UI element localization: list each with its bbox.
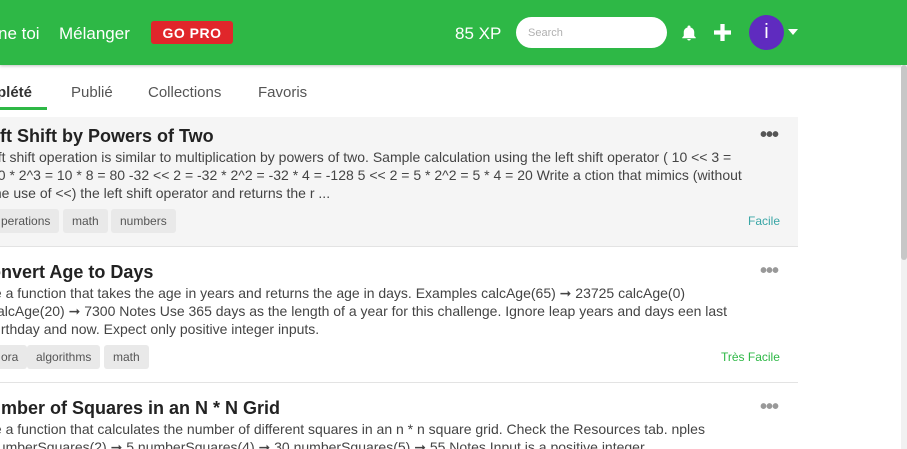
difficulty-label: Facile [748, 214, 781, 228]
challenge-title[interactable]: eft Shift by Powers of Two [0, 126, 214, 147]
tag[interactable]: numbers [111, 209, 176, 233]
active-tab-indicator [0, 107, 47, 110]
more-options-icon[interactable]: ••• [760, 397, 779, 417]
tag[interactable]: perations [0, 209, 60, 233]
challenge-description: te a function that calculates the number… [0, 421, 705, 449]
challenge-card[interactable]: umber of Squares in an N * N Grid te a f… [0, 383, 798, 449]
tag[interactable]: algorithms [27, 345, 101, 369]
search-input[interactable] [516, 17, 667, 48]
nav-link-shuffle[interactable]: Mélanger [59, 24, 130, 44]
scrollbar-thumb[interactable] [901, 65, 907, 260]
top-navbar: ne toi Mélanger GO PRO 85 XP i [0, 0, 907, 65]
more-options-icon[interactable]: ••• [760, 125, 779, 145]
avatar[interactable]: i [749, 15, 784, 50]
nav-link-partial[interactable]: ne toi [0, 24, 40, 44]
more-options-icon[interactable]: ••• [760, 261, 779, 281]
plus-icon[interactable] [714, 24, 731, 41]
xp-counter[interactable]: 85 XP [455, 24, 501, 44]
scrollbar[interactable] [901, 65, 907, 449]
tag[interactable]: math [63, 209, 108, 233]
challenge-description: eft shift operation is similar to multip… [0, 149, 742, 201]
tab-published[interactable]: Publié [71, 84, 113, 101]
bell-icon[interactable] [680, 24, 698, 42]
chevron-down-icon[interactable] [788, 29, 798, 36]
tab-favorites[interactable]: Favoris [258, 84, 307, 101]
challenge-card[interactable]: onvert Age to Days te a function that ta… [0, 247, 798, 383]
challenge-description: te a function that takes the age in year… [0, 285, 728, 337]
tab-completed[interactable]: plété [0, 84, 32, 101]
challenge-title[interactable]: onvert Age to Days [0, 262, 153, 283]
challenge-card[interactable]: eft Shift by Powers of Two eft shift ope… [0, 117, 798, 247]
difficulty-label: Très Facile [721, 350, 780, 364]
go-pro-button[interactable]: GO PRO [151, 21, 233, 44]
tab-collections[interactable]: Collections [148, 84, 221, 101]
tag[interactable]: ora [0, 345, 28, 369]
challenge-title[interactable]: umber of Squares in an N * N Grid [0, 398, 280, 419]
tag[interactable]: math [104, 345, 149, 369]
